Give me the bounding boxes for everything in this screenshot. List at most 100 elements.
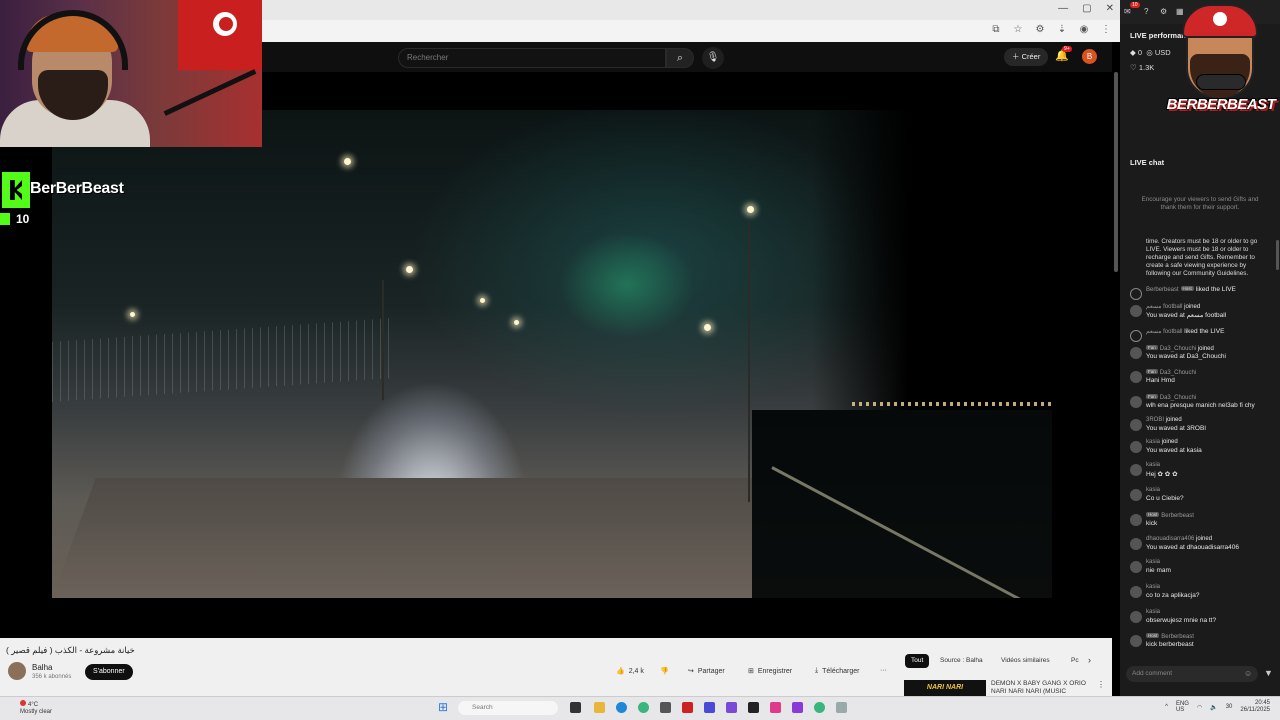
chevron-right-icon[interactable]: › (1088, 655, 1091, 665)
chat-message[interactable]: kasia Co u Ciebie? (1130, 487, 1272, 505)
chat-user-line: kasia (1146, 584, 1160, 590)
recommended-title[interactable]: DEMON X BABY GANG X ORIO NARI NARI NARI … (991, 680, 1091, 696)
chat-message[interactable]: 3ROBI joined You waved at 3ROBI (1130, 417, 1272, 435)
app-icon[interactable] (726, 702, 737, 713)
share-label: Partager (697, 667, 725, 675)
kick-channel-badge: BerBerBeast 10 (0, 172, 130, 232)
chat-event-line: Berberbeast Host liked the LIVE (1146, 286, 1236, 293)
download-button[interactable]: ⤓ Télécharger (815, 667, 859, 675)
logo-cap-emblem (1213, 12, 1227, 26)
save-button[interactable]: ⊞ Enregistrer (748, 667, 792, 676)
chat-message[interactable]: kasia obserwujesz mnie na tt? (1130, 609, 1272, 627)
wifi-icon[interactable]: ◠ (1197, 704, 1202, 711)
chat-avatar (1130, 514, 1142, 526)
chrome-icon[interactable] (638, 702, 649, 713)
add-comment-input[interactable]: Add comment (1126, 666, 1258, 682)
account-avatar[interactable]: B (1082, 49, 1097, 64)
app-icon[interactable] (660, 702, 671, 713)
chrome-icon[interactable] (814, 702, 825, 713)
chat-message[interactable]: kasia nie mam (1130, 559, 1272, 577)
chat-message[interactable]: kasia Hej ✿ ✿ ✿ (1130, 462, 1272, 480)
weather-widget[interactable]: 4°C Mostly clear (20, 700, 52, 716)
chat-message[interactable]: kasia co to za aplikacja? (1130, 584, 1272, 602)
app-icon[interactable] (770, 702, 781, 713)
speaker-icon[interactable]: 🔈 (1210, 704, 1217, 711)
emoji-icon[interactable]: ☺ (1244, 669, 1252, 678)
chat-message-text: Hej ✿ ✿ ✿ (1146, 471, 1178, 478)
chat-username: Da3_Chouchi (1159, 346, 1197, 352)
address-bar[interactable]: ⧉ ☆ ⚙ ⇣ ◉ ⋮ (262, 20, 1120, 42)
language-indicator[interactable]: ENG US (1176, 701, 1189, 713)
edge-icon[interactable] (616, 702, 627, 713)
chat-message[interactable]: Berberbeast Host liked the LIVE (1130, 286, 1272, 300)
chat-message[interactable]: kasia joined You waved at kasia (1130, 439, 1272, 457)
chat-user-line: Fan Da3_Chouchi joined (1146, 345, 1214, 352)
coin-icon: ◆ (1130, 48, 1136, 57)
chat-avatar (1130, 586, 1142, 598)
app-icon[interactable] (682, 702, 693, 713)
search-input[interactable]: Rechercher (398, 48, 666, 68)
chat-message[interactable]: مسعم football joined You waved at مسعم fo… (1130, 303, 1272, 321)
chat-scrollbar[interactable] (1276, 240, 1279, 270)
close-button[interactable]: ✕ (1106, 3, 1114, 14)
subscriber-count: 356 k abonnés (32, 674, 72, 680)
clock[interactable]: 20:45 26/11/2025 (1240, 700, 1270, 714)
app-icon[interactable] (704, 702, 715, 713)
more-actions-button[interactable]: ··· (880, 667, 887, 674)
chip-source[interactable]: Source : Balha (934, 654, 989, 668)
tray-chevron-icon[interactable]: ^ (1165, 704, 1168, 710)
share-button[interactable]: ↪ Partager (688, 667, 725, 676)
minimize-button[interactable]: — (1058, 3, 1068, 14)
voice-search-button[interactable]: 🎙 (702, 47, 724, 69)
download-icon[interactable]: ⇣ (1056, 24, 1068, 36)
bookmark-icon: ⊞ (748, 668, 754, 675)
channel-name[interactable]: Balha (32, 663, 52, 672)
page-scrollbar[interactable] (1114, 72, 1118, 272)
app-icon[interactable] (792, 702, 803, 713)
channel-avatar[interactable] (8, 662, 26, 680)
dislike-button[interactable]: 👎 (660, 667, 669, 675)
chat-username: 3ROBI (1146, 417, 1165, 423)
extensions-icon[interactable]: ⚙ (1034, 24, 1046, 36)
chip-similar[interactable]: Vidéos similaires (995, 654, 1056, 668)
notifications-icon[interactable]: ✉ (1124, 7, 1131, 16)
chat-message[interactable]: Host Berberbeast kick (1130, 512, 1272, 530)
filter-icon[interactable]: ▼ (1264, 668, 1273, 678)
chat-user-line: Host Berberbeast (1146, 633, 1194, 640)
notification-count-badge: 9+ (1062, 46, 1072, 52)
video-info-bar: خيانة مشروعة - الكذب ( فيلم قصير ) Balha… (0, 638, 1112, 696)
terminal-icon[interactable] (748, 702, 759, 713)
recommended-thumbnail[interactable]: NARI NARI (904, 680, 986, 696)
windows-start-icon[interactable]: ⊞ (438, 701, 450, 713)
task-view-icon[interactable] (570, 702, 581, 713)
chip-all[interactable]: Tout (905, 654, 930, 668)
subscribe-button[interactable]: S'abonner (85, 664, 133, 680)
chat-message[interactable]: Fan Da3_Chouchi Hani Hmd (1130, 369, 1272, 387)
create-button[interactable]: ＋ Créer (1004, 48, 1049, 66)
bookmark-star-icon[interactable]: ☆ (1012, 24, 1024, 36)
chip-more[interactable]: Pc (1065, 654, 1085, 668)
maximize-button[interactable]: ▢ (1082, 3, 1091, 14)
chat-join-label: joined (1184, 304, 1201, 310)
heart-icon: ♡ (1130, 63, 1137, 72)
chat-message[interactable]: مسعم football liked the LIVE (1130, 328, 1272, 342)
taskbar-search[interactable]: Search (458, 701, 558, 715)
chat-message[interactable]: Host Berberbeast kick berberbeast (1130, 633, 1272, 651)
chat-message-text: kick berberbeast (1146, 641, 1194, 648)
coins-value: 0 (1137, 48, 1143, 57)
chat-message[interactable]: dhaouadisarra406 joined You waved at dhao… (1130, 536, 1272, 554)
chat-message[interactable]: Fan Da3_Chouchi wlh ena presque manich nel… (1130, 394, 1272, 412)
search-button[interactable]: ⌕ (666, 48, 694, 68)
install-icon[interactable]: ⧉ (990, 24, 1002, 36)
help-icon[interactable]: ? (1144, 7, 1148, 16)
browser-menu-icon[interactable]: ⋮ (1100, 24, 1112, 36)
youtube-header: Rechercher ⌕ 🎙 ＋ Créer 🔔 9+ B (262, 42, 1112, 72)
profile-icon[interactable]: ◉ (1078, 24, 1090, 36)
settings-icon[interactable] (836, 702, 847, 713)
like-button[interactable]: 👍 2,4 k (616, 667, 644, 676)
chat-message[interactable]: Fan Da3_Chouchi joined You waved at Da3_Ch… (1130, 345, 1272, 363)
video-player[interactable] (0, 72, 1112, 638)
user-badge: Fan (1146, 369, 1158, 374)
recommended-menu-icon[interactable]: ⋮ (1097, 680, 1105, 689)
file-explorer-icon[interactable] (594, 702, 605, 713)
